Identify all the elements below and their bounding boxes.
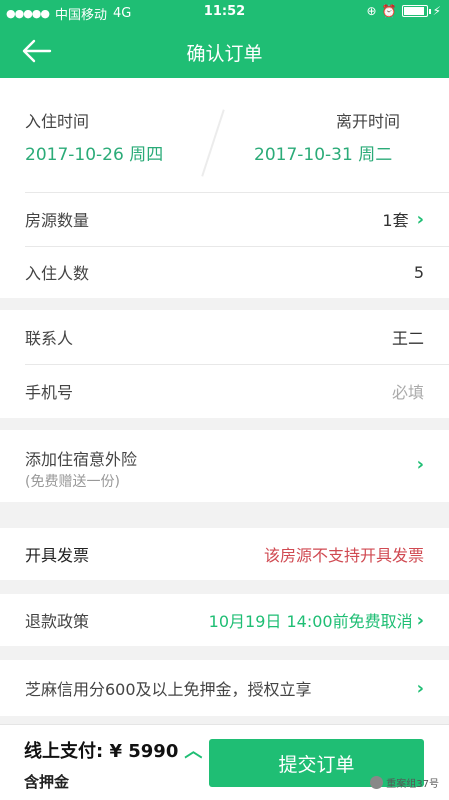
stay-details-section: 入住时间 2017-10-26 周四 离开时间 2017-10-31 周二 房源… [0, 78, 449, 298]
rooms-label: 房源数量 [25, 211, 90, 230]
insurance-subtitle: (免费赠送一份) [25, 474, 120, 490]
status-bar: ●●●●● 中国移动 4G 11:52 ⊕ ⏰ ⚡ [0, 0, 449, 24]
contact-section: 联系人 王二 手机号 必填 [0, 310, 449, 418]
invoice-row: 开具发票 该房源不支持开具发票 [25, 528, 424, 580]
phone-row[interactable]: 手机号 必填 [25, 364, 424, 418]
contact-value: 王二 [391, 329, 424, 348]
insurance-label: 添加住宿意外险 [25, 450, 138, 469]
alarm-icon: ⏰ [381, 4, 397, 18]
checkin-date[interactable]: 2017-10-26 周四 [25, 140, 163, 165]
guests-row[interactable]: 入住人数 5 [25, 246, 424, 298]
checkout-date[interactable]: 2017-10-31 周二 [254, 140, 392, 165]
guests-value: 5 [413, 262, 424, 282]
insurance-section[interactable]: 添加住宿意外险 (免费赠送一份) › [0, 430, 449, 502]
guests-label: 入住人数 [25, 264, 90, 283]
refund-row[interactable]: 退款政策 10月19日 14:00前免费取消 › [25, 594, 424, 646]
phone-label: 手机号 [25, 383, 74, 402]
invoice-section: 开具发票 该房源不支持开具发票 [0, 528, 449, 580]
checkout-bar: 线上支付: ¥ 5990 ︿ 含押金 提交订单 重案组37号 [0, 724, 449, 800]
refund-section[interactable]: 退款政策 10月19日 14:00前免费取消 › [0, 594, 449, 646]
online-payment-amount: 线上支付: ¥ 5990 [24, 741, 179, 762]
chevron-right-icon: › [416, 609, 424, 631]
lock-rotation-icon: ⊕ [366, 4, 377, 18]
contact-label: 联系人 [25, 329, 74, 348]
rooms-row[interactable]: 房源数量 1套 › [25, 192, 424, 246]
watermark: 重案组37号 [370, 775, 439, 790]
chevron-right-icon: › [416, 454, 424, 475]
rooms-value: 1套 [382, 211, 409, 230]
refund-policy-value: 10月19日 14:00前免费取消 [208, 612, 413, 631]
contact-row[interactable]: 联系人 王二 [25, 310, 424, 364]
zhima-row[interactable]: 芝麻信用分600及以上免押金，授权立享 › [25, 660, 424, 716]
chevron-up-icon[interactable]: ︿ [184, 737, 202, 763]
date-separator [201, 109, 225, 177]
invoice-label: 开具发票 [25, 546, 90, 565]
deposit-label: 含押金 [24, 773, 70, 791]
page-title: 确认订单 [186, 43, 263, 65]
battery-icon [401, 5, 431, 17]
payment-summary[interactable]: 线上支付: ¥ 5990 ︿ [24, 737, 202, 763]
phone-field[interactable]: 必填 [392, 379, 424, 403]
checkin-label: 入住时间 [25, 112, 90, 131]
chevron-right-icon: › [416, 208, 424, 230]
charging-icon: ⚡ [432, 4, 441, 18]
refund-label: 退款政策 [25, 612, 90, 631]
invoice-status: 该房源不支持开具发票 [263, 546, 424, 565]
zhima-label: 芝麻信用分600及以上免押金，授权立享 [25, 680, 312, 699]
nav-bar: 确认订单 [0, 24, 449, 78]
zhima-section[interactable]: 芝麻信用分600及以上免押金，授权立享 › [0, 660, 449, 716]
chevron-right-icon: › [416, 677, 424, 699]
wechat-logo-icon [370, 776, 384, 789]
checkout-label: 离开时间 [336, 112, 401, 131]
watermark-text: 重案组37号 [386, 779, 439, 790]
